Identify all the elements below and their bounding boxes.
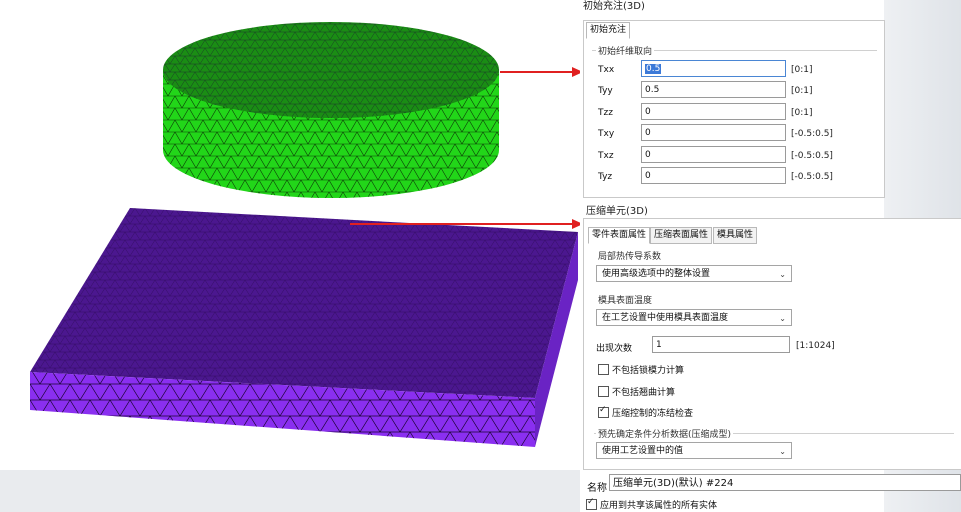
mesh-illustration: [30, 22, 580, 447]
fill-dialog-title: 初始充注(3D): [583, 1, 645, 12]
mold-temp-group-label: 模具表面温度: [596, 293, 655, 306]
tzz-label: Tzz: [598, 108, 613, 118]
occurrence-range: [1:1024]: [796, 341, 835, 351]
arrow-to-fill-panel: [500, 67, 580, 77]
tyy-label: Tyy: [598, 86, 613, 96]
apply-all-label: 应用到共享该属性的所有实体: [600, 501, 718, 511]
heat-transfer-select[interactable]: 使用高级选项中的整体设置 ⌄: [596, 265, 792, 282]
txz-input[interactable]: 0: [641, 146, 786, 163]
heat-transfer-select-value: 使用高级选项中的整体设置: [602, 269, 711, 279]
txy-range: [-0.5:0.5]: [791, 129, 833, 139]
mold-temp-select[interactable]: 在工艺设置中使用模具表面温度 ⌄: [596, 309, 792, 326]
txx-input[interactable]: 0.5: [641, 60, 786, 77]
predef-select-value: 使用工艺设置中的值: [602, 446, 684, 456]
exclude-clamp-checkbox[interactable]: [598, 364, 609, 375]
txz-label: Txz: [598, 151, 614, 161]
mold-temp-select-value: 在工艺设置中使用模具表面温度: [602, 313, 729, 323]
txy-input[interactable]: 0: [641, 124, 786, 141]
tyz-label: Tyz: [598, 172, 613, 182]
plate-mesh: [30, 208, 578, 447]
tyz-range: [-0.5:0.5]: [791, 172, 833, 182]
tyz-input[interactable]: 0: [641, 167, 786, 184]
compression-dialog-title: 压缩单元(3D): [586, 206, 648, 217]
name-input[interactable]: 压缩单元(3D)(默认) #224: [609, 474, 961, 491]
txx-label: Txx: [598, 65, 615, 75]
chevron-down-icon: ⌄: [779, 270, 786, 279]
tzz-range: [0:1]: [791, 108, 813, 118]
txy-label: Txy: [598, 129, 615, 139]
exclude-clamp-label: 不包括锁模力计算: [612, 366, 685, 376]
background-band: [0, 470, 580, 512]
tyy-range: [0:1]: [791, 86, 813, 96]
exclude-warp-checkbox[interactable]: [598, 386, 609, 397]
tyy-input[interactable]: 0.5: [641, 81, 786, 98]
fill-panel: 初始充注 初始纤维取向 Txx 0.5 [0:1] Tyy 0.5 [0:1] …: [583, 20, 885, 198]
tab-initial-fill[interactable]: 初始充注: [586, 22, 631, 39]
occurrence-label: 出现次数: [596, 344, 633, 354]
predef-group-label: 预先确定条件分析数据(压缩成型): [596, 427, 734, 440]
apply-all-checkbox[interactable]: [586, 497, 597, 510]
predef-select[interactable]: 使用工艺设置中的值 ⌄: [596, 442, 792, 459]
occurrence-input[interactable]: 1: [652, 336, 790, 353]
name-label: 名称: [587, 483, 607, 494]
fiber-orientation-group-label: 初始纤维取向: [596, 44, 655, 57]
tab-part-surface[interactable]: 零件表面属性: [588, 227, 651, 244]
chevron-down-icon: ⌄: [779, 447, 786, 456]
exclude-warp-label: 不包括翘曲计算: [612, 388, 676, 398]
freeze-check-label: 压缩控制的冻结检查: [612, 409, 694, 419]
txx-value: 0.5: [645, 64, 662, 74]
txz-range: [-0.5:0.5]: [791, 151, 833, 161]
cylinder-mesh: [163, 22, 499, 198]
compression-panel: 零件表面属性 压缩表面属性 模具属性 局部热传导系数 使用高级选项中的整体设置 …: [583, 218, 961, 470]
freeze-check-checkbox[interactable]: [598, 405, 609, 418]
txx-range: [0:1]: [791, 65, 813, 75]
tzz-input[interactable]: 0: [641, 103, 786, 120]
tab-compression-surface[interactable]: 压缩表面属性: [650, 227, 713, 244]
heat-transfer-group-label: 局部热传导系数: [596, 249, 664, 262]
tab-mold-properties[interactable]: 模具属性: [713, 227, 758, 244]
chevron-down-icon: ⌄: [779, 314, 786, 323]
